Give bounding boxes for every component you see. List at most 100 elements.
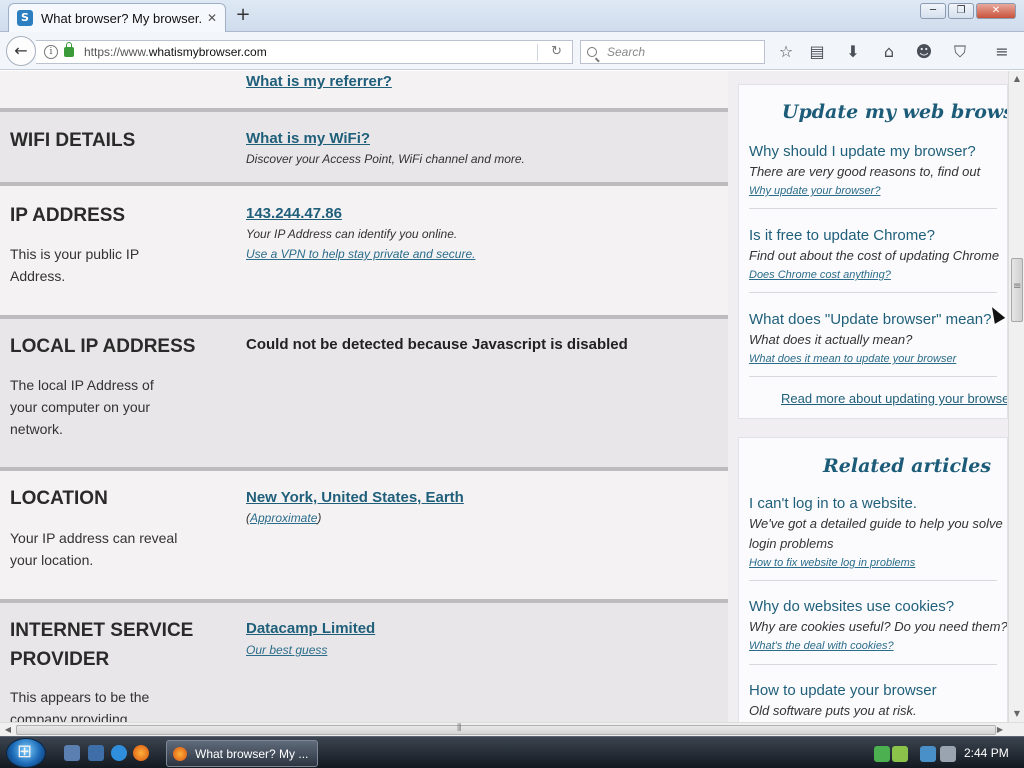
- update-article: Is it free to update Chrome? Find out ab…: [749, 226, 1007, 284]
- article-question[interactable]: What does "Update browser" mean?: [749, 310, 1007, 330]
- tab-close-icon[interactable]: ✕: [207, 11, 217, 25]
- tab-active[interactable]: S What browser? My browser... ✕: [8, 3, 226, 32]
- article-divider: [749, 664, 997, 665]
- wifi-details-row: WIFI DETAILS What is my WiFi? Discover y…: [0, 112, 728, 182]
- article-question[interactable]: Is it free to update Chrome?: [749, 226, 1007, 246]
- article-answer: There are very good reasons to, find out: [749, 164, 981, 179]
- internet-explorer-icon[interactable]: [111, 745, 127, 761]
- reload-icon[interactable]: ↻: [551, 44, 562, 59]
- article-answer: Find out about the cost of updating Chro…: [749, 248, 1000, 263]
- local-ip-value: Could not be detected because Javascript…: [246, 336, 628, 353]
- url-text[interactable]: https://www.whatismybrowser.com: [84, 45, 267, 59]
- isp-row: INTERNET SERVICE PROVIDER This appears t…: [0, 603, 728, 722]
- firefox-icon: [173, 746, 187, 761]
- update-box-title: Update my web browser: [781, 101, 1007, 123]
- firefox-icon[interactable]: [133, 745, 149, 761]
- search-input[interactable]: Search: [580, 40, 765, 64]
- page-viewport: What is my referrer? WIFI DETAILS What i…: [0, 71, 1008, 722]
- search-placeholder: Search: [607, 45, 646, 59]
- update-article: What does "Update browser" mean? What do…: [749, 310, 1007, 368]
- start-button[interactable]: [6, 738, 46, 768]
- isp-desc: This appears to be the company providing: [10, 689, 150, 722]
- horizontal-scrollbar[interactable]: ◀ ▶: [0, 722, 1024, 736]
- horizontal-scroll-thumb[interactable]: [16, 723, 996, 735]
- read-more-link[interactable]: Read more about updating your browser: [781, 391, 1007, 406]
- pocket-icon[interactable]: ⛉: [950, 42, 970, 62]
- maximize-button[interactable]: ❐: [948, 3, 974, 19]
- location-value[interactable]: New York, United States, Earth: [246, 489, 464, 506]
- url-bar[interactable]: i https://www.whatismybrowser.com ↻: [36, 40, 573, 64]
- bookmark-star-icon[interactable]: ☆: [776, 42, 796, 62]
- scroll-right-arrow-icon[interactable]: ▶: [992, 723, 1008, 737]
- vertical-scrollbar[interactable]: ▲ ▼: [1008, 71, 1024, 722]
- close-button[interactable]: ✕: [976, 3, 1016, 19]
- location-title: LOCATION: [10, 488, 108, 509]
- display-icon[interactable]: [920, 746, 936, 762]
- ip-address-title: IP ADDRESS: [10, 205, 126, 226]
- scroll-left-arrow-icon[interactable]: ◀: [0, 723, 16, 737]
- vertical-scroll-thumb[interactable]: [1011, 258, 1023, 322]
- local-ip-row: LOCAL IP ADDRESS The local IP Address of…: [0, 319, 728, 467]
- isp-value[interactable]: Datacamp Limited: [246, 620, 375, 637]
- location-row: LOCATION Your IP address can reveal your…: [0, 471, 728, 599]
- related-box-title: Related articles: [822, 455, 992, 477]
- taskbar-firefox-window[interactable]: What browser? My ...: [166, 740, 318, 767]
- article-question[interactable]: I can't log in to a website.: [749, 494, 1007, 514]
- tab-title: What browser? My browser...: [41, 10, 201, 26]
- system-tray: 2:44 PM: [862, 740, 1024, 767]
- isp-guess-link[interactable]: Our best guess: [246, 643, 327, 657]
- search-icon: [587, 47, 597, 57]
- reading-list-icon[interactable]: ▤: [807, 42, 827, 62]
- article-question[interactable]: Why do websites use cookies?: [749, 597, 1007, 617]
- related-article: How to update your browser Old software …: [749, 681, 1007, 721]
- back-arrow-icon[interactable]: ←: [6, 36, 36, 66]
- taskbar-window-label: What browser? My ...: [195, 746, 309, 761]
- home-icon[interactable]: ⌂: [879, 42, 899, 62]
- article-link[interactable]: How to fix website log in problems: [749, 554, 1007, 572]
- referrer-link[interactable]: What is my referrer?: [246, 73, 392, 90]
- scroll-up-arrow-icon[interactable]: ▲: [1009, 71, 1024, 87]
- smiley-icon[interactable]: ☻: [914, 42, 934, 62]
- paren-close: ): [317, 511, 322, 525]
- windows-taskbar: What browser? My ... 2:44 PM: [0, 736, 1024, 768]
- wifi-details-title: WIFI DETAILS: [10, 130, 136, 151]
- scroll-down-arrow-icon[interactable]: ▼: [1009, 706, 1024, 722]
- ip-address-value[interactable]: 143.244.47.86: [246, 205, 342, 222]
- article-question[interactable]: How to update your browser: [749, 681, 1007, 701]
- article-divider: [749, 208, 997, 209]
- article-link[interactable]: What does it mean to update your browser: [749, 350, 1007, 368]
- system-clock[interactable]: 2:44 PM: [964, 746, 1009, 760]
- network-icon[interactable]: [874, 746, 890, 762]
- show-desktop-icon[interactable]: [64, 745, 80, 761]
- article-divider: [749, 292, 997, 293]
- wifi-link[interactable]: What is my WiFi?: [246, 130, 370, 147]
- article-answer: Why are cookies useful? Do you need them…: [749, 619, 1008, 634]
- lock-icon: [64, 42, 74, 57]
- new-tab-button[interactable]: +: [234, 5, 252, 25]
- article-link[interactable]: Does Chrome cost anything?: [749, 266, 1007, 284]
- download-icon[interactable]: ⬇: [843, 42, 863, 62]
- article-link[interactable]: What's the deal with cookies?: [749, 637, 1007, 655]
- window-controls: ─ ❐ ✕: [920, 3, 1016, 19]
- hamburger-menu-icon[interactable]: ≡: [992, 42, 1012, 62]
- url-domain: whatismybrowser.com: [148, 45, 267, 59]
- related-article: I can't log in to a website. We've got a…: [749, 494, 1007, 572]
- vpn-link[interactable]: Use a VPN to help stay private and secur…: [246, 247, 475, 261]
- article-question[interactable]: Why should I update my browser?: [749, 142, 1007, 162]
- isp-title: INTERNET SERVICE PROVIDER: [10, 620, 194, 670]
- article-answer: What does it actually mean?: [749, 332, 913, 347]
- wifi-note: Discover your Access Point, WiFi channel…: [246, 152, 525, 166]
- window-switcher-icon[interactable]: [88, 745, 104, 761]
- volume-icon[interactable]: [940, 746, 956, 762]
- info-icon[interactable]: i: [44, 45, 58, 59]
- navigation-toolbar: i https://www.whatismybrowser.com ↻ ← Se…: [0, 32, 1024, 70]
- location-desc: Your IP address can reveal your location…: [10, 530, 178, 568]
- local-ip-title: LOCAL IP ADDRESS: [10, 336, 196, 357]
- minimize-button[interactable]: ─: [920, 3, 946, 19]
- url-divider: [537, 44, 538, 61]
- update-browser-box: Update my web browser Why should I updat…: [738, 84, 1008, 419]
- security-icon[interactable]: [892, 746, 908, 762]
- article-link[interactable]: Why update your browser?: [749, 182, 1007, 200]
- approximate-link[interactable]: Approximate: [250, 511, 317, 525]
- related-articles-box: Related articles I can't log in to a web…: [738, 437, 1008, 722]
